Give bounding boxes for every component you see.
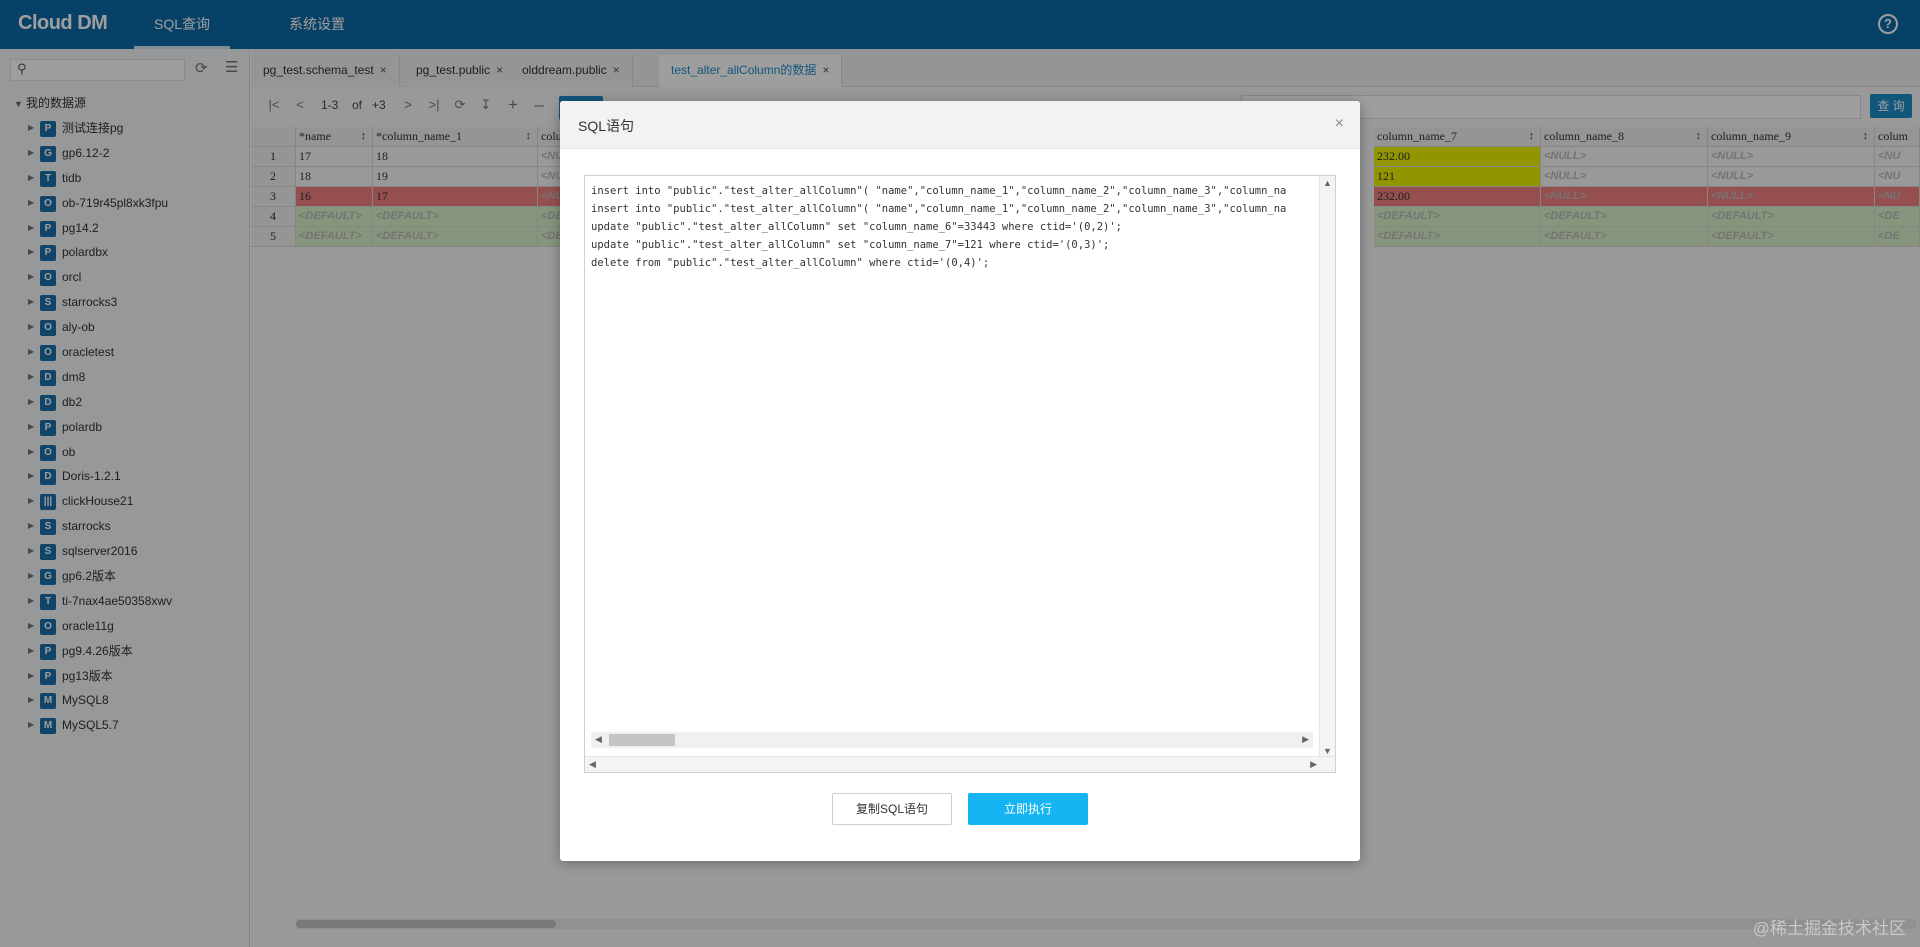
sql-code[interactable]: insert into "public"."test_alter_allColu… [591,182,1311,272]
dialog-title: SQL语句 [578,118,635,134]
watermark: @稀土掘金技术社区 [1752,919,1906,938]
scroll-up-icon[interactable]: ▲ [1323,178,1332,188]
sql-line: update "public"."test_alter_allColumn" s… [591,239,1110,251]
copy-sql-button[interactable]: 复制SQL语句 [832,793,952,825]
execute-now-button[interactable]: 立即执行 [968,793,1088,825]
scrollbar-thumb[interactable] [609,734,675,746]
sql-line: insert into "public"."test_alter_allColu… [591,185,1287,197]
sql-line: update "public"."test_alter_allColumn" s… [591,221,1123,233]
dialog-header: SQL语句 × [560,101,1360,149]
sql-line: insert into "public"."test_alter_allColu… [591,203,1287,215]
outer-horizontal-scrollbar[interactable]: ◀ ▶ [585,756,1335,772]
scroll-left-icon[interactable]: ◀ [589,759,596,770]
editor-vertical-scrollbar[interactable]: ▲ ▼ [1319,176,1335,758]
sql-line: delete from "public"."test_alter_allColu… [591,257,990,269]
close-icon[interactable]: × [1335,115,1344,133]
scroll-right-icon[interactable]: ▶ [1310,759,1317,770]
sql-statement-dialog: SQL语句 × insert into "public"."test_alter… [560,101,1360,861]
sql-editor[interactable]: insert into "public"."test_alter_allColu… [584,175,1336,773]
scroll-right-icon[interactable]: ▶ [1302,734,1309,745]
scroll-down-icon[interactable]: ▼ [1323,746,1332,756]
scroll-left-icon[interactable]: ◀ [595,734,602,745]
editor-horizontal-scrollbar[interactable]: ◀ ▶ [591,732,1313,748]
